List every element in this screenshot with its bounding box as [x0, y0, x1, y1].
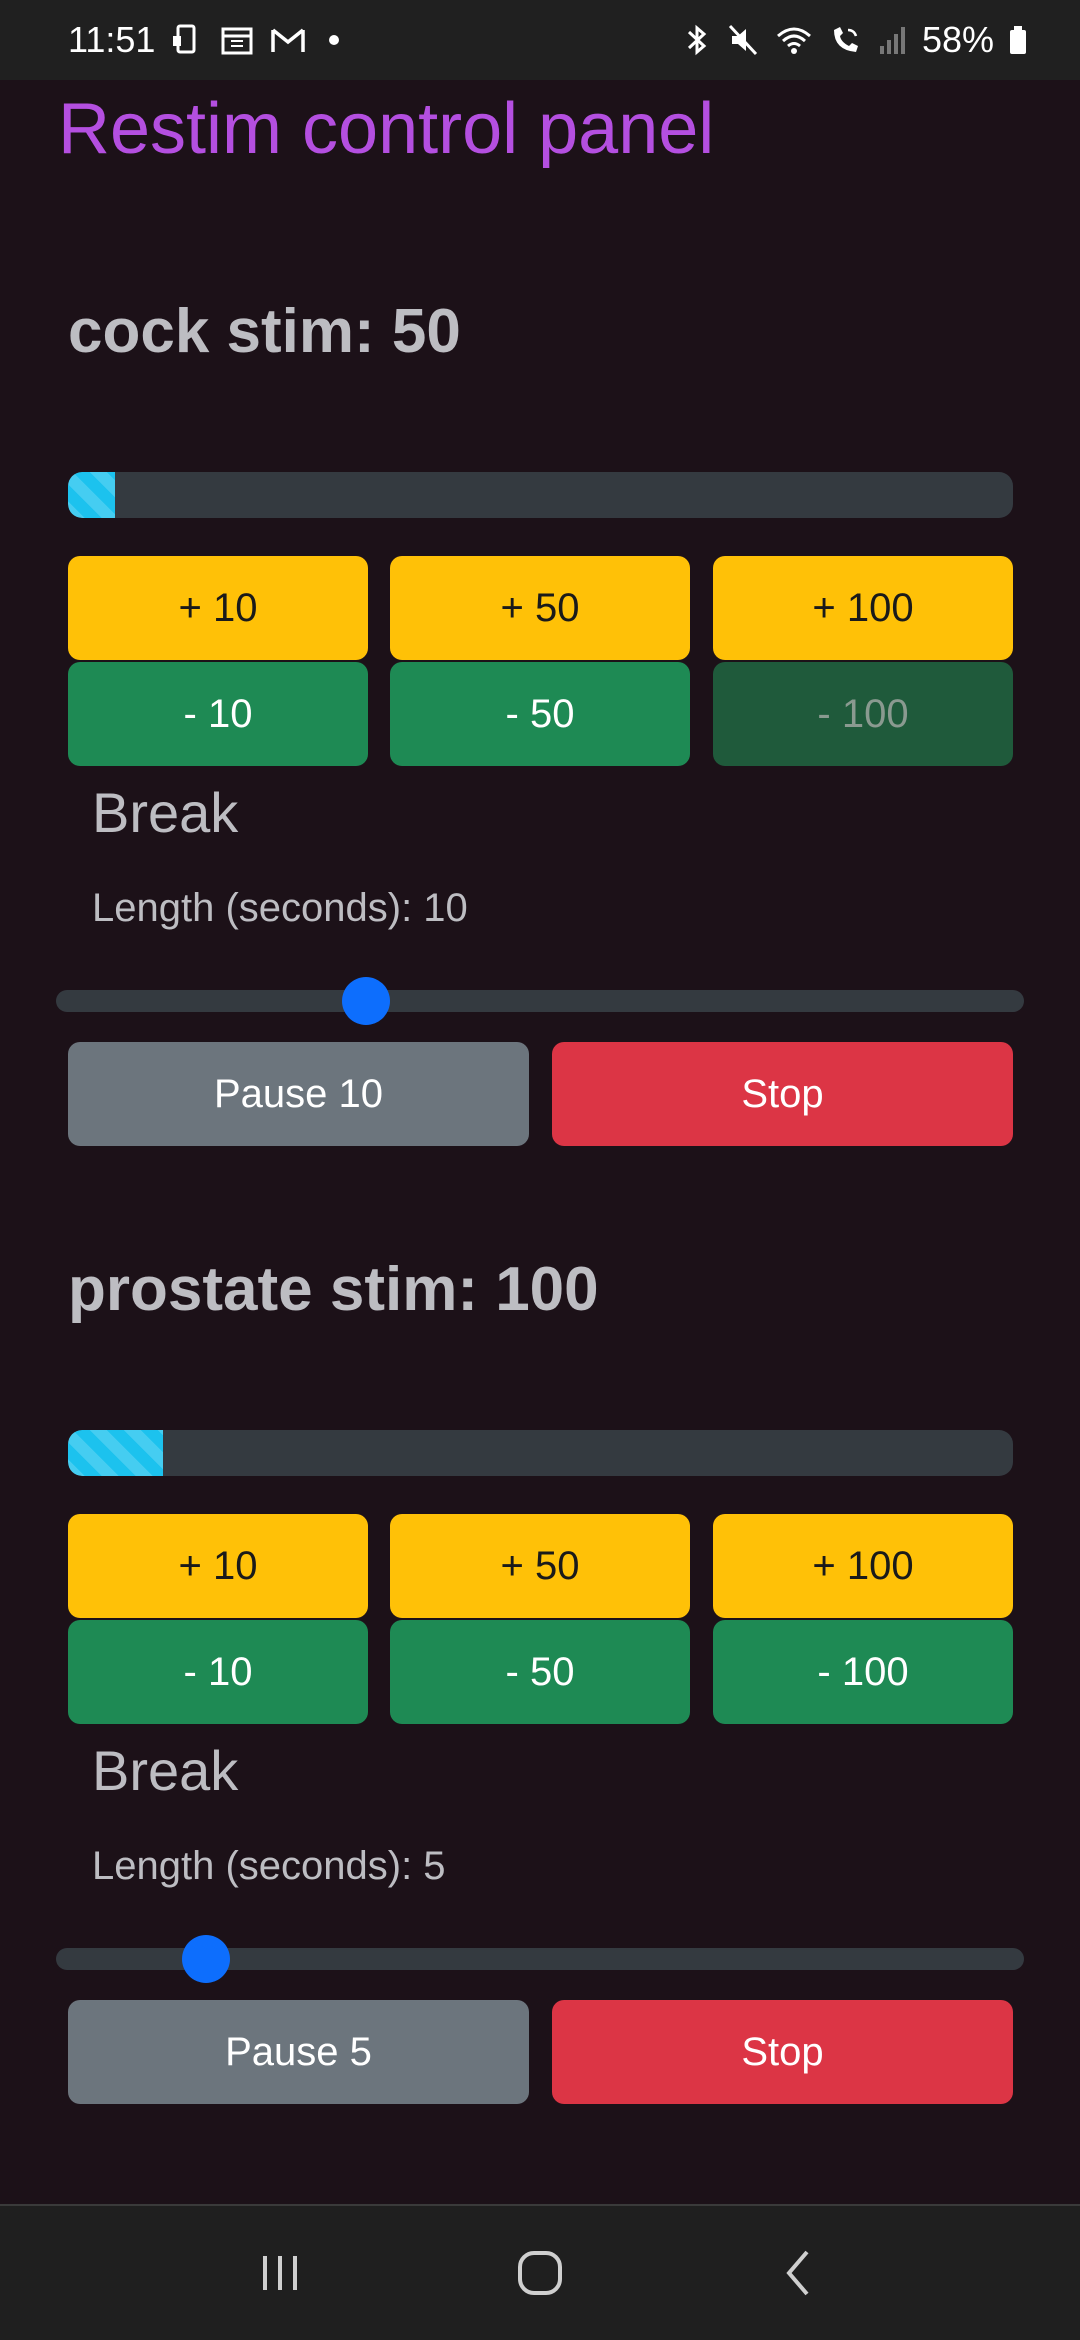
plus-100-button[interactable]: + 100 — [713, 1514, 1013, 1618]
minus-50-button[interactable]: - 50 — [390, 662, 690, 766]
system-nav-bar — [0, 2204, 1080, 2340]
break-heading: Break — [92, 781, 239, 844]
page-title: Restim control panel — [58, 89, 715, 169]
channel-title: prostate stim: 100 — [68, 1255, 599, 1324]
back-icon[interactable] — [750, 2223, 850, 2323]
gmail-icon — [269, 22, 307, 58]
stop-button[interactable]: Stop — [552, 2000, 1013, 2104]
intensity-progress-fill — [68, 1430, 163, 1476]
mute-icon — [726, 22, 760, 58]
minus-50-button[interactable]: - 50 — [390, 1620, 690, 1724]
minus-10-button[interactable]: - 10 — [68, 662, 368, 766]
battery-percent: 58% — [921, 19, 994, 60]
minus-10-button[interactable]: - 10 — [68, 1620, 368, 1724]
pause-button[interactable]: Pause 10 — [68, 1042, 529, 1146]
plus-50-button[interactable]: + 50 — [390, 1514, 690, 1618]
plus-10-button[interactable]: + 10 — [68, 1514, 368, 1618]
status-bar: 11:51 58% — [0, 0, 1080, 80]
signal-icon — [878, 22, 908, 58]
plus-50-button[interactable]: + 50 — [390, 556, 690, 660]
slider-thumb[interactable] — [182, 1935, 231, 1983]
intensity-progress-bar — [68, 1430, 1013, 1476]
phone-icon — [169, 22, 205, 58]
minus-100-button[interactable]: - 100 — [713, 1620, 1013, 1724]
plus-10-button[interactable]: + 10 — [68, 556, 368, 660]
minus-100-button: - 100 — [713, 662, 1013, 766]
break-length-label: Length (seconds): 10 — [92, 886, 468, 930]
battery-icon — [1008, 22, 1028, 58]
break-heading: Break — [92, 1739, 239, 1802]
break-length-label: Length (seconds): 5 — [92, 1844, 446, 1888]
home-icon[interactable] — [490, 2223, 590, 2323]
plus-100-button[interactable]: + 100 — [713, 556, 1013, 660]
wifi-call-icon — [828, 22, 864, 58]
intensity-progress-fill — [68, 472, 116, 518]
clock: 11:51 — [68, 19, 156, 60]
pause-button[interactable]: Pause 5 — [68, 2000, 529, 2104]
stop-button[interactable]: Stop — [552, 1042, 1013, 1146]
slider-thumb[interactable] — [341, 977, 390, 1025]
calendar-icon — [219, 22, 255, 58]
break-length-slider[interactable] — [56, 1935, 1024, 1983]
slider-track[interactable] — [56, 990, 1024, 1012]
wifi-icon — [774, 22, 814, 58]
bluetooth-icon — [682, 22, 712, 58]
intensity-progress-bar — [68, 472, 1013, 518]
break-length-slider[interactable] — [56, 977, 1024, 1025]
notification-dot-icon — [329, 35, 340, 45]
channel-title: cock stim: 50 — [68, 297, 461, 366]
recent-apps-icon[interactable] — [230, 2223, 330, 2323]
